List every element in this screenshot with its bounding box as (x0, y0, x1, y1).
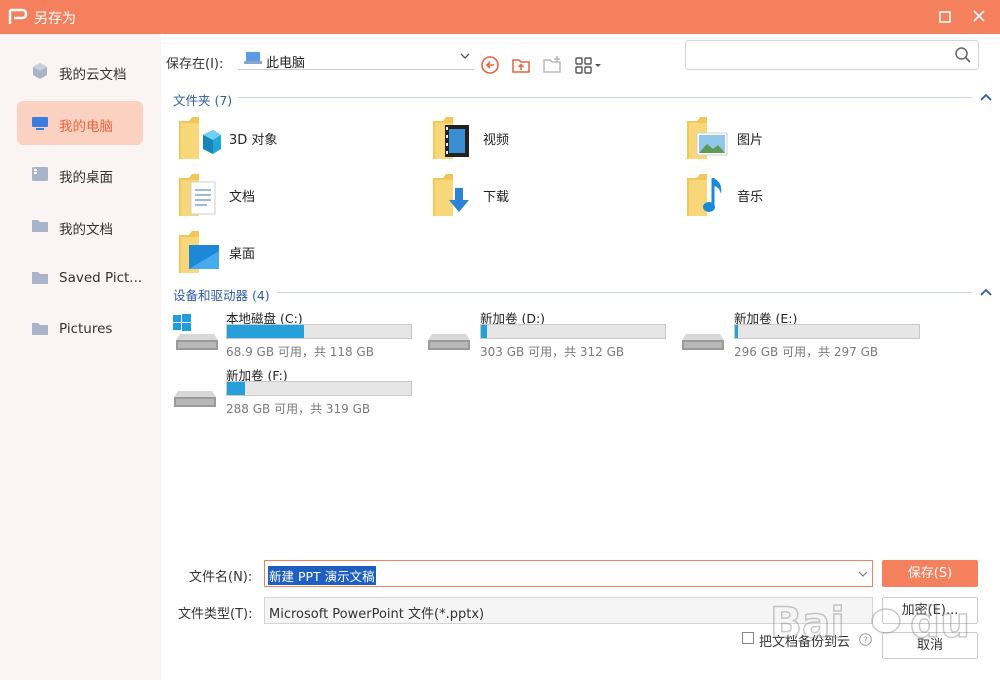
sidebar: 我的云文档 我的电脑 我的桌面 我的文档 Saved Pict... Pictu… (0, 34, 161, 680)
sidebar-item-label: 我的桌面 (59, 170, 113, 186)
sidebar-item-label: Pictures (59, 321, 113, 337)
filename-input[interactable]: 新建 PPT 演示文稿 (264, 560, 873, 587)
section-divider (238, 97, 972, 98)
up-folder-icon[interactable] (511, 55, 531, 75)
folder-label: 音乐 (737, 190, 764, 205)
drive-usage-fill (735, 325, 738, 338)
folder-item-videos[interactable]: 视频 (431, 115, 631, 165)
maximize-icon[interactable] (934, 7, 956, 27)
save-button[interactable]: 保存(S) (882, 560, 978, 587)
folder-item-music[interactable]: 音乐 (685, 172, 885, 222)
folders-section-title: 文件夹 (7) (173, 93, 233, 108)
music-folder-icon (687, 174, 722, 216)
search-input[interactable] (685, 40, 979, 70)
desktop-icon (32, 167, 48, 181)
chevron-down-icon (460, 53, 470, 59)
close-icon[interactable] (968, 7, 990, 27)
drive-usage-fill (227, 325, 305, 338)
search-icon (955, 47, 971, 63)
location-label: 保存在(I): (166, 57, 224, 72)
drive-info: 296 GB 可用，共 297 GB (734, 345, 879, 359)
folder-item-desktop[interactable]: 桌面 (177, 229, 377, 279)
folder-label: 桌面 (229, 247, 256, 262)
folder-label: 视频 (483, 133, 510, 148)
folder-item-pictures[interactable]: 图片 (685, 115, 885, 165)
sidebar-item-my-documents[interactable]: 我的文档 (17, 204, 143, 248)
drive-info: 303 GB 可用，共 312 GB (480, 345, 625, 359)
hard-drive-icon (428, 334, 470, 350)
cloud-docs-icon (33, 63, 47, 79)
drive-usage-bar (226, 324, 412, 339)
downloads-folder-icon (433, 174, 469, 216)
window-title: 另存为 (34, 11, 76, 27)
drive-usage-bar (734, 324, 920, 339)
drive-usage-fill (481, 325, 487, 338)
drives-section-title: 设备和驱动器 (4) (173, 288, 270, 303)
sidebar-item-label: 我的云文档 (59, 67, 127, 83)
hard-drive-icon (174, 391, 216, 407)
folder-item-downloads[interactable]: 下载 (431, 172, 631, 222)
svg-text:Bai: Bai (770, 598, 845, 647)
filetype-label: 文件类型(T): (178, 607, 253, 622)
folder-label: 图片 (737, 133, 764, 148)
folder-icon (32, 272, 48, 284)
drive-info: 288 GB 可用，共 319 GB (226, 402, 371, 416)
drive-item-c[interactable]: 本地磁盘 (C:) 68.9 GB 可用，共 118 GB (172, 308, 422, 359)
location-select[interactable]: 此电脑 (238, 48, 474, 71)
folder-icon (32, 323, 48, 335)
new-folder-icon[interactable] (542, 55, 562, 75)
sidebar-item-label: Saved Pict... (59, 270, 143, 286)
drive-item-e[interactable]: 新加卷 (E:) 296 GB 可用，共 297 GB (680, 308, 930, 359)
windows-drive-icon (173, 314, 218, 350)
location-value: 此电脑 (266, 56, 306, 71)
collapse-icon[interactable] (980, 93, 992, 101)
folder-label: 3D 对象 (229, 133, 278, 148)
sidebar-item-cloud-docs[interactable]: 我的云文档 (17, 49, 143, 93)
sidebar-item-my-computer[interactable]: 我的电脑 (17, 101, 143, 145)
folder-item-documents[interactable]: 文档 (177, 172, 377, 222)
section-divider (277, 292, 972, 293)
folder-item-3d-objects[interactable]: 3D 对象 (177, 115, 377, 165)
videos-folder-icon (433, 117, 469, 159)
baidu-watermark-logo: Bai du (769, 597, 970, 648)
filename-value: 新建 PPT 演示文稿 (268, 566, 376, 585)
svg-text:du: du (910, 598, 970, 647)
drive-item-d[interactable]: 新加卷 (D:) 303 GB 可用，共 312 GB (426, 308, 676, 359)
sidebar-item-my-desktop[interactable]: 我的桌面 (17, 152, 143, 196)
drive-item-f[interactable]: 新加卷 (F:) 288 GB 可用，共 319 GB (172, 365, 422, 416)
folder-label: 下载 (483, 190, 510, 205)
drive-usage-bar (226, 381, 412, 396)
sidebar-item-pictures[interactable]: Pictures (17, 307, 143, 351)
sidebar-item-saved-pictures[interactable]: Saved Pict... (17, 256, 143, 300)
pictures-folder-icon (687, 117, 728, 159)
drive-info: 68.9 GB 可用，共 118 GB (226, 345, 374, 359)
filetype-value: Microsoft PowerPoint 文件(*.pptx) (269, 607, 485, 622)
documents-folder-icon (179, 174, 216, 216)
chevron-down-icon[interactable] (858, 569, 868, 579)
view-mode-icon[interactable] (574, 55, 602, 75)
filename-label: 文件名(N): (189, 570, 253, 585)
back-icon[interactable] (480, 55, 500, 75)
drive-usage-bar (480, 324, 666, 339)
desktop-folder-icon (179, 231, 219, 273)
app-logo-icon (8, 8, 28, 24)
hard-drive-icon (682, 334, 724, 350)
cloud-backup-checkbox[interactable] (742, 632, 754, 644)
folder-icon (32, 220, 48, 232)
sidebar-item-label: 我的文档 (59, 222, 113, 238)
drive-usage-fill (227, 382, 246, 395)
title-bar: 另存为 (0, 0, 1000, 34)
collapse-icon[interactable] (980, 288, 992, 296)
3d-objects-folder-icon (179, 117, 221, 159)
folder-label: 文档 (229, 190, 256, 205)
computer-icon (244, 52, 262, 64)
sidebar-item-label: 我的电脑 (59, 119, 113, 135)
computer-icon (32, 117, 48, 130)
